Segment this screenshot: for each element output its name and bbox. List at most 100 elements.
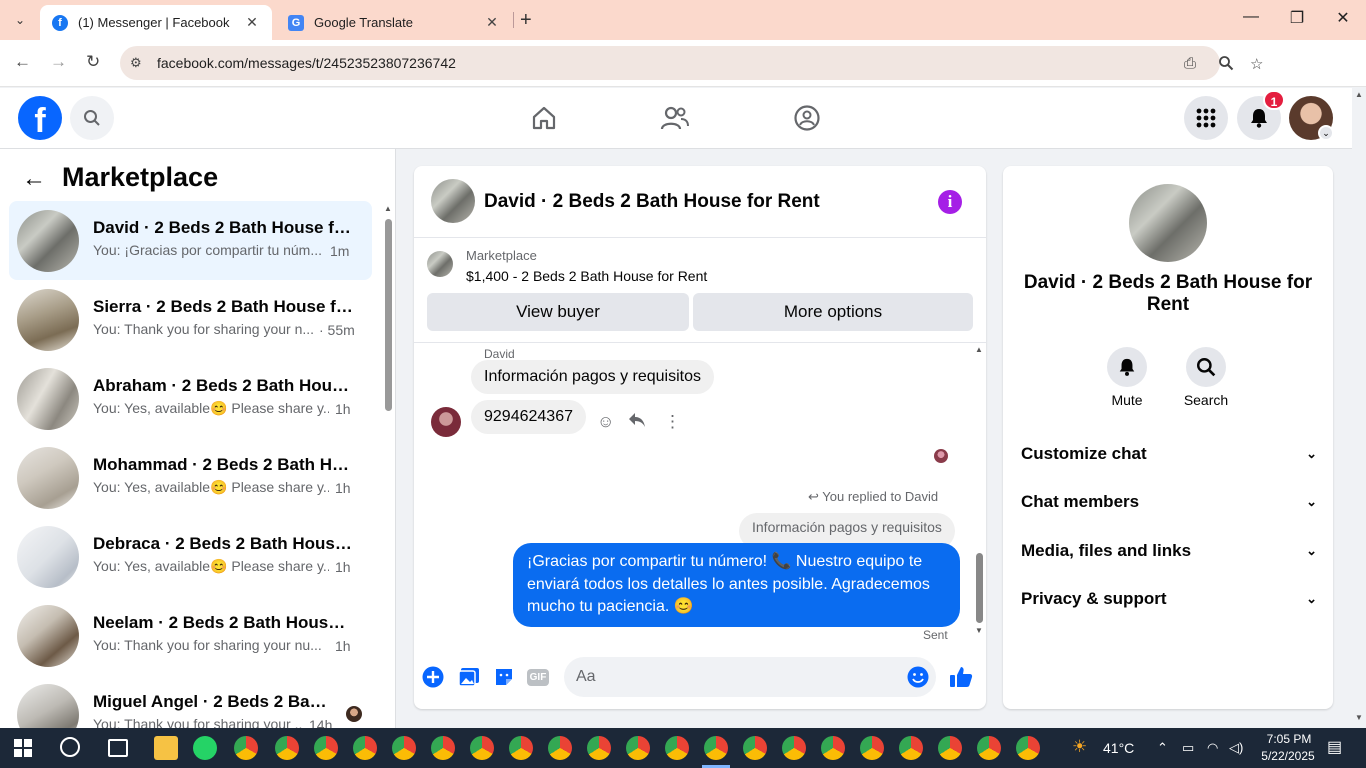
omnibox[interactable]: ⚙ facebook.com/messages/t/24523523807236… (120, 46, 1263, 80)
chrome-profile-icon[interactable] (234, 736, 258, 760)
battery-icon[interactable]: ▭ (1182, 740, 1194, 756)
volume-icon[interactable]: ◁) (1229, 740, 1243, 756)
message-scrollbar[interactable]: ▲ ▼ (972, 343, 986, 643)
show-hidden-icons-icon[interactable]: ⌃ (1157, 740, 1168, 756)
page-scrollbar[interactable]: ▲ ▼ (1352, 88, 1366, 728)
section-privacy-support[interactable]: Privacy & support ⌄ (1021, 579, 1317, 619)
listing-title[interactable]: $1,400 - 2 Beds 2 Bath House for Rent (466, 268, 707, 284)
incoming-message[interactable]: Información pagos y requisitos (471, 360, 714, 394)
bookmark-star-icon[interactable]: ☆ (1250, 55, 1263, 73)
close-tab-icon[interactable]: ✕ (484, 14, 500, 31)
chrome-profile-icon[interactable] (977, 736, 1001, 760)
windows-start-icon[interactable] (14, 739, 32, 757)
back-icon[interactable]: ← (14, 52, 31, 72)
scroll-up-icon[interactable]: ▲ (1355, 90, 1363, 99)
scroll-down-icon[interactable]: ▼ (1355, 713, 1363, 722)
weather-temperature[interactable]: 41°C (1103, 740, 1134, 756)
forward-icon[interactable]: → (50, 52, 67, 72)
account-chevron-down-icon[interactable]: ⌄ (1318, 125, 1334, 141)
chrome-profile-icon[interactable] (782, 736, 806, 760)
conversation-item-neelam[interactable]: Neelam · 2 Beds 2 Bath House for Rent Yo… (9, 596, 372, 675)
facebook-logo-icon[interactable]: f (18, 96, 62, 140)
info-avatar[interactable] (1129, 184, 1207, 262)
conversation-item-sierra[interactable]: Sierra · 2 Beds 2 Bath House for Rent Yo… (9, 280, 372, 359)
install-app-icon[interactable]: ⎙ (1184, 55, 1196, 72)
outgoing-message[interactable]: ¡Gracias por compartir tu número! 📞 Nues… (513, 543, 960, 627)
section-customize-chat[interactable]: Customize chat ⌄ (1021, 434, 1317, 474)
home-icon[interactable] (528, 102, 560, 134)
scroll-down-icon[interactable]: ▼ (975, 626, 983, 635)
chrome-profile-icon[interactable] (509, 736, 533, 760)
file-explorer-icon[interactable] (154, 736, 178, 760)
chrome-profile-icon[interactable] (860, 736, 884, 760)
more-actions-icon[interactable]: ⋮ (664, 412, 681, 432)
conversation-item-mohammad[interactable]: Mohammad · 2 Beds 2 Bath House for Rent … (9, 438, 372, 517)
chrome-profile-icon[interactable] (431, 736, 455, 760)
react-emoji-icon[interactable]: ☺ (597, 412, 614, 432)
chat-title[interactable]: David · 2 Beds 2 Bath House for Rent (484, 191, 820, 213)
tab-messenger[interactable]: f (1) Messenger | Facebook ✕ (40, 5, 272, 40)
taskbar-search-icon[interactable] (60, 737, 80, 757)
chrome-profile-icon[interactable] (353, 736, 377, 760)
sticker-icon[interactable] (492, 665, 516, 689)
tab-search-chevron-icon[interactable]: ⌄ (8, 8, 32, 32)
gif-icon[interactable]: GIF (526, 665, 550, 689)
chrome-profile-icon[interactable] (743, 736, 767, 760)
message-scroll-thumb[interactable] (976, 553, 983, 623)
conversation-item-david[interactable]: David · 2 Beds 2 Bath House for Rent You… (9, 201, 372, 280)
thumbs-up-icon[interactable] (949, 665, 973, 689)
minimize-icon[interactable]: — (1241, 8, 1261, 26)
chrome-profile-icon[interactable] (899, 736, 923, 760)
clock-time[interactable]: 7:05 PM (1261, 732, 1317, 746)
scroll-up-icon[interactable]: ▲ (384, 204, 392, 213)
emoji-icon[interactable] (906, 665, 930, 689)
scroll-up-icon[interactable]: ▲ (975, 345, 983, 354)
search-in-conversation-button[interactable] (1186, 347, 1226, 387)
close-tab-icon[interactable]: ✕ (244, 14, 260, 31)
chrome-profile-icon[interactable] (1016, 736, 1040, 760)
restore-icon[interactable]: ❐ (1287, 8, 1307, 28)
info-icon[interactable]: i (938, 190, 962, 214)
chrome-profile-icon[interactable] (392, 736, 416, 760)
conversation-item-debraca[interactable]: Debraca · 2 Beds 2 Bath House for Rent Y… (9, 517, 372, 596)
chrome-profile-icon[interactable] (275, 736, 299, 760)
chrome-icon[interactable] (821, 736, 845, 760)
chrome-profile-icon[interactable] (470, 736, 494, 760)
new-tab-icon[interactable]: + (520, 9, 532, 32)
back-arrow-icon[interactable]: ← (22, 165, 46, 193)
chrome-profile-icon[interactable] (938, 736, 962, 760)
chrome-active-icon[interactable] (704, 736, 728, 760)
facebook-search-button[interactable] (70, 96, 114, 140)
view-buyer-button[interactable]: View buyer (427, 293, 689, 331)
chrome-profile-icon[interactable] (665, 736, 689, 760)
section-media-files-links[interactable]: Media, files and links ⌄ (1021, 531, 1317, 571)
sidebar-scroll-thumb[interactable] (385, 219, 392, 411)
friends-icon[interactable] (659, 102, 691, 134)
clock-date[interactable]: 5/22/2025 (1255, 749, 1321, 763)
chrome-profile-icon[interactable] (314, 736, 338, 760)
wifi-icon[interactable]: ◠ (1207, 740, 1218, 756)
plus-circle-icon[interactable] (421, 665, 445, 689)
reply-icon[interactable] (628, 412, 646, 433)
sender-avatar[interactable] (431, 407, 461, 437)
whatsapp-icon[interactable] (193, 736, 217, 760)
sidebar-scrollbar[interactable]: ▲ (383, 204, 393, 728)
photo-icon[interactable] (457, 665, 481, 689)
weather-icon[interactable]: ☀ (1072, 737, 1087, 757)
task-view-icon[interactable] (108, 739, 128, 757)
mute-button[interactable] (1107, 347, 1147, 387)
notification-center-icon[interactable]: ▤ (1327, 737, 1342, 757)
conversation-item-miguel-angel[interactable]: Miguel Angel · 2 Beds 2 Bath House for R… (9, 675, 372, 728)
url-text[interactable]: facebook.com/messages/t/2452352380723674… (157, 55, 456, 71)
chrome-profile-icon[interactable] (548, 736, 572, 760)
menu-grid-button[interactable] (1184, 96, 1228, 140)
more-options-button[interactable]: More options (693, 293, 973, 331)
chrome-profile-icon[interactable] (587, 736, 611, 760)
section-chat-members[interactable]: Chat members ⌄ (1021, 482, 1317, 522)
chat-avatar[interactable] (431, 179, 475, 223)
conversation-item-abraham[interactable]: Abraham · 2 Beds 2 Bath House for Rent Y… (9, 359, 372, 438)
site-settings-icon[interactable]: ⚙ (130, 55, 142, 71)
zoom-icon[interactable] (1218, 55, 1234, 75)
incoming-message[interactable]: 9294624367 (471, 400, 586, 434)
groups-icon[interactable] (791, 102, 823, 134)
